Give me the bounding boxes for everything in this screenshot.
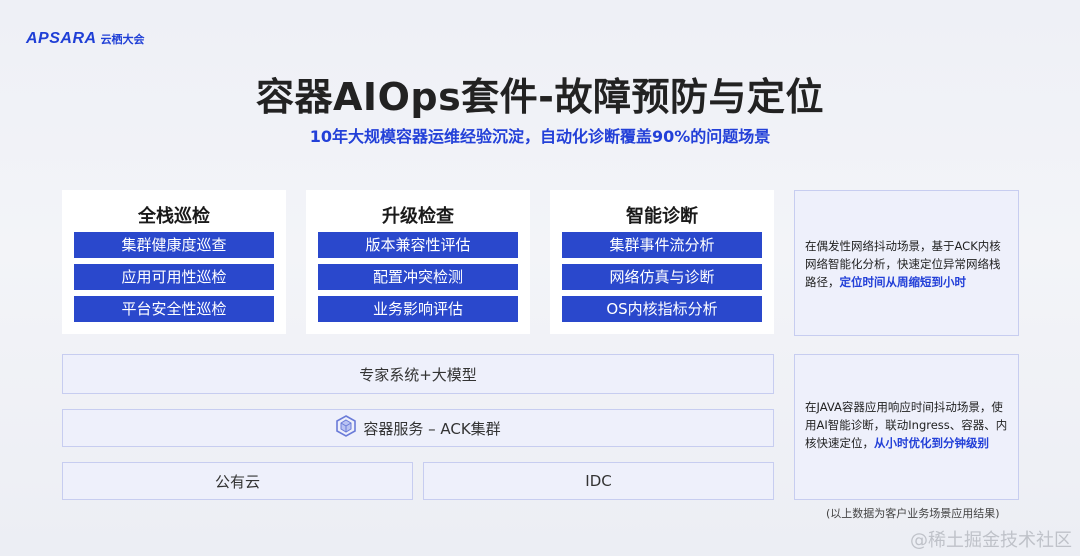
note-network-jitter: 在偶发性网络抖动场景，基于ACK内核网络智能化分析，快速定位异常网络栈路径，定位… [794,190,1019,336]
slide-subtitle: 10年大规模容器运维经验沉淀，自动化诊断覆盖90%的问题场景 [309,127,771,146]
card-item: 平台安全性巡检 [74,296,274,322]
note-highlight: 从小时优化到分钟级别 [874,436,989,450]
card-upgrade-check: 升级检查 版本兼容性评估 配置冲突检测 业务影响评估 [306,190,530,334]
card-title: 全栈巡检 [138,206,210,227]
card-item: 集群健康度巡查 [74,232,274,258]
layer-idc: IDC [423,462,774,500]
card-item: 应用可用性巡检 [74,264,274,290]
card-item: 网络仿真与诊断 [562,264,762,290]
logo-event: 云栖大会 [100,33,145,46]
card-full-stack-inspection: 全栈巡检 集群健康度巡查 应用可用性巡检 平台安全性巡检 [62,190,286,334]
apsara-logo: APSARA 云栖大会 [26,30,145,48]
layer-label: IDC [585,472,612,490]
card-item: 集群事件流分析 [562,232,762,258]
note-highlight: 定位时间从周缩短到小时 [839,275,967,289]
layer-label: 专家系统+大模型 [359,365,477,384]
card-intelligent-diagnosis: 智能诊断 集群事件流分析 网络仿真与诊断 OS内核指标分析 [550,190,774,334]
card-item: 版本兼容性评估 [318,232,518,258]
layer-expert-system: 专家系统+大模型 [62,354,774,394]
cube-icon [335,415,357,441]
card-title: 升级检查 [382,206,454,227]
layer-container-service: 容器服务 – ACK集群 [62,409,774,447]
layer-label: 公有云 [214,472,260,491]
slide-title: 容器AIOps套件-故障预防与定位 [256,75,824,119]
layer-label: 容器服务 – ACK集群 [363,419,501,438]
layer-public-cloud: 公有云 [62,462,413,500]
watermark: @稀土掘金技术社区 [910,530,1072,551]
footnote: (以上数据为客户业务场景应用结果) [826,507,1000,520]
logo-brand: APSARA [26,30,97,47]
card-title: 智能诊断 [626,206,698,227]
note-java-jitter: 在JAVA容器应用响应时间抖动场景，使用AI智能诊断，联动Ingress、容器、… [794,354,1019,500]
card-item: 配置冲突检测 [318,264,518,290]
card-item: OS内核指标分析 [562,296,762,322]
card-item: 业务影响评估 [318,296,518,322]
